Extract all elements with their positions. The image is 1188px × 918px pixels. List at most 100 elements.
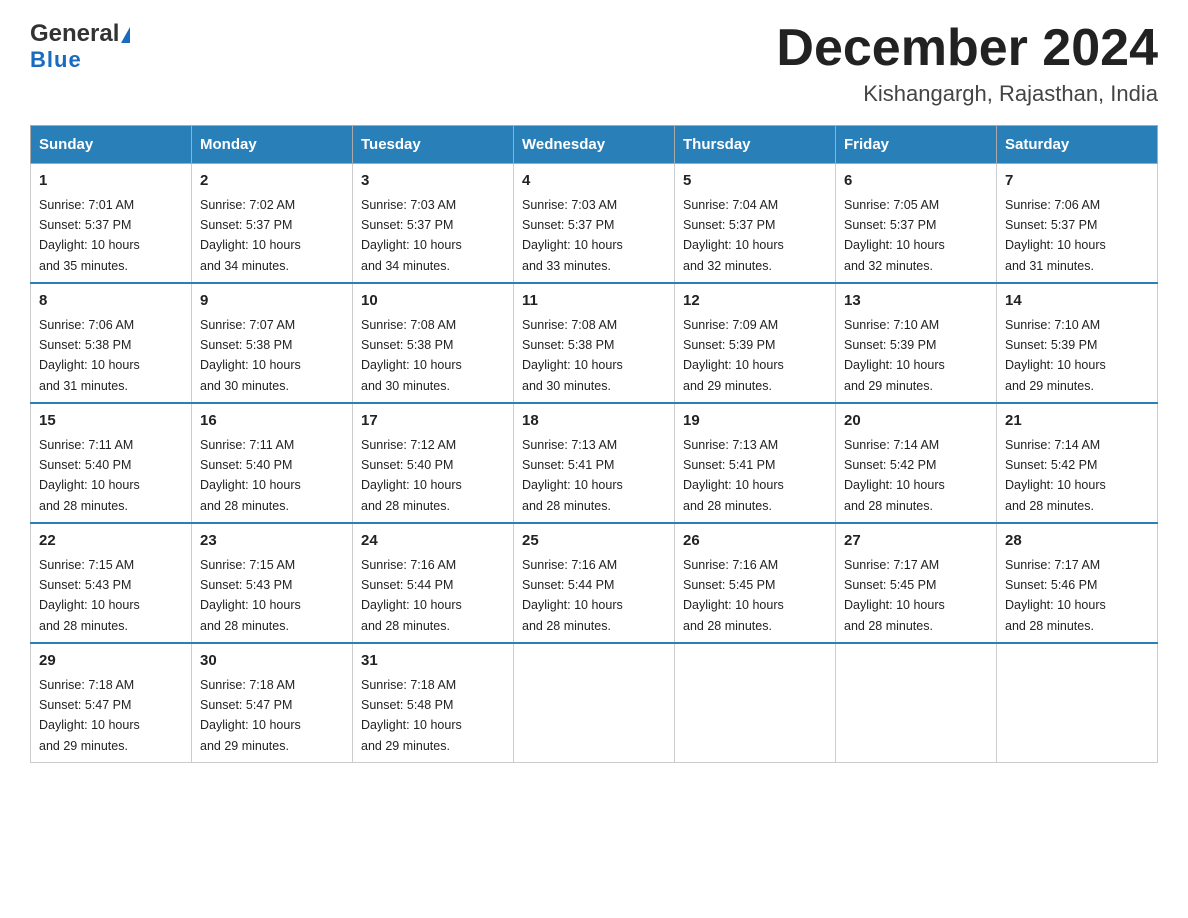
day-info: Sunrise: 7:16 AMSunset: 5:44 PMDaylight:… [522,558,623,633]
day-info: Sunrise: 7:09 AMSunset: 5:39 PMDaylight:… [683,318,784,393]
day-number: 23 [200,530,344,553]
day-number: 9 [200,290,344,313]
day-info: Sunrise: 7:06 AMSunset: 5:38 PMDaylight:… [39,318,140,393]
calendar-row-1: 1 Sunrise: 7:01 AMSunset: 5:37 PMDayligh… [31,164,1158,284]
col-wednesday: Wednesday [514,126,675,164]
col-monday: Monday [192,126,353,164]
calendar-cell: 21 Sunrise: 7:14 AMSunset: 5:42 PMDaylig… [997,403,1158,523]
calendar-cell: 15 Sunrise: 7:11 AMSunset: 5:40 PMDaylig… [31,403,192,523]
calendar-cell: 25 Sunrise: 7:16 AMSunset: 5:44 PMDaylig… [514,523,675,643]
day-number: 28 [1005,530,1149,553]
calendar-cell: 11 Sunrise: 7:08 AMSunset: 5:38 PMDaylig… [514,283,675,403]
calendar-cell: 13 Sunrise: 7:10 AMSunset: 5:39 PMDaylig… [836,283,997,403]
day-number: 19 [683,410,827,433]
day-info: Sunrise: 7:11 AMSunset: 5:40 PMDaylight:… [39,438,140,513]
page-header: General Blue December 2024 Kishangargh, … [30,20,1158,107]
calendar-cell: 27 Sunrise: 7:17 AMSunset: 5:45 PMDaylig… [836,523,997,643]
day-info: Sunrise: 7:02 AMSunset: 5:37 PMDaylight:… [200,198,301,273]
day-number: 30 [200,650,344,673]
day-info: Sunrise: 7:17 AMSunset: 5:45 PMDaylight:… [844,558,945,633]
calendar-cell: 8 Sunrise: 7:06 AMSunset: 5:38 PMDayligh… [31,283,192,403]
calendar-cell: 31 Sunrise: 7:18 AMSunset: 5:48 PMDaylig… [353,643,514,763]
calendar-cell: 22 Sunrise: 7:15 AMSunset: 5:43 PMDaylig… [31,523,192,643]
day-number: 10 [361,290,505,313]
calendar-cell: 5 Sunrise: 7:04 AMSunset: 5:37 PMDayligh… [675,164,836,284]
day-number: 11 [522,290,666,313]
day-info: Sunrise: 7:08 AMSunset: 5:38 PMDaylight:… [522,318,623,393]
day-info: Sunrise: 7:15 AMSunset: 5:43 PMDaylight:… [39,558,140,633]
day-info: Sunrise: 7:10 AMSunset: 5:39 PMDaylight:… [844,318,945,393]
calendar-cell: 18 Sunrise: 7:13 AMSunset: 5:41 PMDaylig… [514,403,675,523]
day-info: Sunrise: 7:08 AMSunset: 5:38 PMDaylight:… [361,318,462,393]
day-number: 16 [200,410,344,433]
calendar-cell: 28 Sunrise: 7:17 AMSunset: 5:46 PMDaylig… [997,523,1158,643]
calendar-cell: 24 Sunrise: 7:16 AMSunset: 5:44 PMDaylig… [353,523,514,643]
calendar-cell [514,643,675,763]
day-number: 8 [39,290,183,313]
day-number: 12 [683,290,827,313]
calendar-cell: 9 Sunrise: 7:07 AMSunset: 5:38 PMDayligh… [192,283,353,403]
calendar-row-5: 29 Sunrise: 7:18 AMSunset: 5:47 PMDaylig… [31,643,1158,763]
calendar-cell [836,643,997,763]
day-number: 4 [522,170,666,193]
day-info: Sunrise: 7:14 AMSunset: 5:42 PMDaylight:… [844,438,945,513]
calendar-cell: 12 Sunrise: 7:09 AMSunset: 5:39 PMDaylig… [675,283,836,403]
logo-blue: Blue [30,47,82,73]
day-info: Sunrise: 7:10 AMSunset: 5:39 PMDaylight:… [1005,318,1106,393]
calendar-row-3: 15 Sunrise: 7:11 AMSunset: 5:40 PMDaylig… [31,403,1158,523]
day-number: 1 [39,170,183,193]
calendar-cell: 2 Sunrise: 7:02 AMSunset: 5:37 PMDayligh… [192,164,353,284]
day-info: Sunrise: 7:01 AMSunset: 5:37 PMDaylight:… [39,198,140,273]
day-number: 24 [361,530,505,553]
day-info: Sunrise: 7:03 AMSunset: 5:37 PMDaylight:… [522,198,623,273]
day-number: 14 [1005,290,1149,313]
day-number: 15 [39,410,183,433]
day-number: 18 [522,410,666,433]
day-number: 13 [844,290,988,313]
day-info: Sunrise: 7:14 AMSunset: 5:42 PMDaylight:… [1005,438,1106,513]
calendar-cell: 1 Sunrise: 7:01 AMSunset: 5:37 PMDayligh… [31,164,192,284]
day-info: Sunrise: 7:03 AMSunset: 5:37 PMDaylight:… [361,198,462,273]
col-friday: Friday [836,126,997,164]
day-number: 17 [361,410,505,433]
day-number: 5 [683,170,827,193]
day-info: Sunrise: 7:05 AMSunset: 5:37 PMDaylight:… [844,198,945,273]
logo: General Blue [30,20,130,73]
calendar-cell: 17 Sunrise: 7:12 AMSunset: 5:40 PMDaylig… [353,403,514,523]
calendar-table: Sunday Monday Tuesday Wednesday Thursday… [30,125,1158,763]
day-number: 6 [844,170,988,193]
day-number: 22 [39,530,183,553]
day-info: Sunrise: 7:16 AMSunset: 5:45 PMDaylight:… [683,558,784,633]
calendar-row-4: 22 Sunrise: 7:15 AMSunset: 5:43 PMDaylig… [31,523,1158,643]
calendar-cell: 26 Sunrise: 7:16 AMSunset: 5:45 PMDaylig… [675,523,836,643]
calendar-cell [675,643,836,763]
day-number: 29 [39,650,183,673]
day-info: Sunrise: 7:13 AMSunset: 5:41 PMDaylight:… [522,438,623,513]
calendar-cell: 14 Sunrise: 7:10 AMSunset: 5:39 PMDaylig… [997,283,1158,403]
day-info: Sunrise: 7:18 AMSunset: 5:48 PMDaylight:… [361,678,462,753]
day-number: 21 [1005,410,1149,433]
calendar-cell: 20 Sunrise: 7:14 AMSunset: 5:42 PMDaylig… [836,403,997,523]
day-info: Sunrise: 7:18 AMSunset: 5:47 PMDaylight:… [200,678,301,753]
day-number: 25 [522,530,666,553]
calendar-cell: 7 Sunrise: 7:06 AMSunset: 5:37 PMDayligh… [997,164,1158,284]
col-saturday: Saturday [997,126,1158,164]
day-number: 26 [683,530,827,553]
calendar-cell: 19 Sunrise: 7:13 AMSunset: 5:41 PMDaylig… [675,403,836,523]
day-number: 3 [361,170,505,193]
day-info: Sunrise: 7:06 AMSunset: 5:37 PMDaylight:… [1005,198,1106,273]
calendar-cell: 6 Sunrise: 7:05 AMSunset: 5:37 PMDayligh… [836,164,997,284]
day-info: Sunrise: 7:12 AMSunset: 5:40 PMDaylight:… [361,438,462,513]
calendar-cell: 3 Sunrise: 7:03 AMSunset: 5:37 PMDayligh… [353,164,514,284]
calendar-cell: 4 Sunrise: 7:03 AMSunset: 5:37 PMDayligh… [514,164,675,284]
day-info: Sunrise: 7:11 AMSunset: 5:40 PMDaylight:… [200,438,301,513]
day-number: 31 [361,650,505,673]
day-info: Sunrise: 7:17 AMSunset: 5:46 PMDaylight:… [1005,558,1106,633]
col-sunday: Sunday [31,126,192,164]
logo-text: General [30,20,130,49]
calendar-cell: 29 Sunrise: 7:18 AMSunset: 5:47 PMDaylig… [31,643,192,763]
day-number: 7 [1005,170,1149,193]
calendar-cell: 16 Sunrise: 7:11 AMSunset: 5:40 PMDaylig… [192,403,353,523]
calendar-header-row: Sunday Monday Tuesday Wednesday Thursday… [31,126,1158,164]
day-number: 20 [844,410,988,433]
